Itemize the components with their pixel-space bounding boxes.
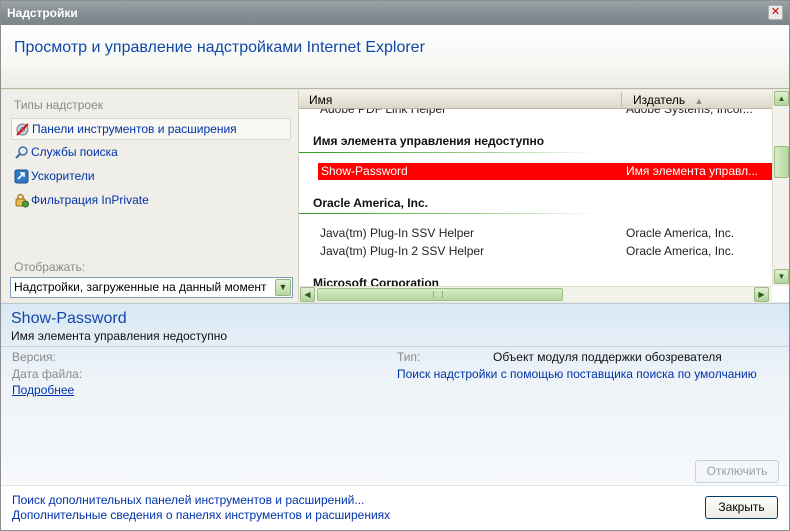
addon-type-inprivate[interactable]: Фильтрация InPrivate — [11, 190, 291, 212]
scroll-right-icon[interactable]: ▶ — [754, 287, 769, 302]
column-publisher-header[interactable]: Издатель ▲ — [633, 93, 703, 107]
toolbar-gear-icon — [16, 123, 29, 136]
row-name: Show-Password — [321, 164, 408, 178]
vertical-scrollbar[interactable]: ▲ ▼ — [772, 90, 789, 286]
group-divider — [299, 213, 599, 214]
addon-type-label: Службы поиска — [31, 145, 118, 159]
addon-type-accelerators[interactable]: Ускорители — [11, 166, 291, 188]
addon-name: Show-Password — [11, 310, 127, 327]
horizontal-scroll-thumb[interactable] — [317, 288, 563, 301]
window-title: Надстройки — [7, 6, 78, 20]
show-dropdown-value: Надстройки, загруженные на данный момент — [14, 280, 267, 294]
list-rows: Adobe PDF Link Helper Adobe Systems, Inc… — [299, 109, 772, 286]
row-publisher: Oracle America, Inc. — [626, 226, 735, 240]
find-more-toolbars-link[interactable]: Поиск дополнительных панелей инструменто… — [12, 493, 364, 507]
addon-types-panel: Типы надстроек Панели инструментов и рас… — [1, 90, 298, 302]
column-name-header[interactable]: Имя — [309, 93, 332, 107]
file-date-label: Дата файла: — [12, 367, 83, 381]
chevron-down-icon[interactable]: ▼ — [275, 279, 291, 296]
disable-button[interactable]: Отключить — [695, 460, 779, 483]
group-divider — [299, 152, 599, 153]
header: Просмотр и управление надстройками Inter… — [1, 25, 789, 89]
search-addon-link[interactable]: Поиск надстройки с помощью поставщика по… — [397, 367, 757, 381]
addon-type-label: Панели инструментов и расширения — [32, 122, 237, 136]
list-row-selected[interactable]: Show-Password Имя элемента управл... — [318, 163, 772, 180]
group-header: Microsoft Corporation — [313, 276, 439, 286]
addons-window: Надстройки ✕ Просмотр и управление надст… — [0, 0, 790, 531]
version-label: Версия: — [12, 350, 56, 364]
magnifier-icon — [15, 146, 28, 159]
group-header: Oracle America, Inc. — [313, 196, 428, 210]
inprivate-icon — [15, 193, 29, 208]
sort-ascending-icon: ▲ — [694, 96, 704, 106]
addons-list: Имя Издатель ▲ Adobe PDF Link Helper Ado… — [298, 90, 789, 302]
scroll-left-icon[interactable]: ◀ — [300, 287, 315, 302]
row-name: Java(tm) Plug-In 2 SSV Helper — [320, 244, 485, 258]
vertical-scroll-thumb[interactable] — [774, 146, 789, 178]
learn-more-toolbars-link[interactable]: Дополнительные сведения о панелях инстру… — [12, 508, 390, 522]
more-info-link[interactable]: Подробнее — [12, 383, 74, 397]
more-info-link-text: Подробнее — [12, 383, 75, 397]
footer: Поиск дополнительных панелей инструменто… — [1, 485, 789, 530]
accelerator-icon — [14, 169, 29, 184]
column-separator[interactable] — [621, 92, 622, 107]
details-divider — [1, 346, 789, 347]
row-publisher: Adobe Systems, Incor... — [626, 109, 753, 116]
scroll-down-icon[interactable]: ▼ — [774, 269, 789, 284]
row-name: Java(tm) Plug-In SSV Helper — [320, 226, 475, 240]
addon-type-search[interactable]: Службы поиска — [11, 142, 291, 164]
show-dropdown[interactable]: Надстройки, загруженные на данный момент… — [10, 277, 293, 298]
group-header: Имя элемента управления недоступно — [313, 134, 545, 148]
addon-types-label: Типы надстроек — [14, 98, 104, 112]
type-value: Объект модуля поддержки обозревателя — [493, 350, 722, 364]
page-title: Просмотр и управление надстройками Inter… — [14, 39, 425, 56]
row-name: Adobe PDF Link Helper — [320, 109, 447, 116]
title-bar[interactable]: Надстройки ✕ — [1, 1, 789, 25]
addon-type-label: Ускорители — [31, 169, 95, 183]
addon-type-toolbars[interactable]: Панели инструментов и расширения — [11, 118, 291, 140]
addon-type-label: Фильтрация InPrivate — [31, 193, 149, 207]
list-row[interactable]: Adobe PDF Link Helper Adobe Systems, Inc… — [299, 109, 772, 118]
row-publisher: Oracle America, Inc. — [626, 244, 735, 258]
addon-publisher: Имя элемента управления недоступно — [11, 329, 228, 343]
close-icon[interactable]: ✕ — [768, 5, 783, 20]
scroll-up-icon[interactable]: ▲ — [774, 91, 789, 106]
list-row[interactable]: Java(tm) Plug-In 2 SSV Helper Oracle Ame… — [299, 243, 772, 260]
horizontal-scrollbar[interactable]: ◀ ▶ — [299, 286, 772, 302]
row-publisher: Имя элемента управл... — [626, 164, 759, 178]
show-label: Отображать: — [14, 260, 86, 274]
details-pane: Show-Password Имя элемента управления не… — [1, 303, 789, 485]
list-header: Имя Издатель ▲ — [299, 90, 772, 109]
list-row[interactable]: Java(tm) Plug-In SSV Helper Oracle Ameri… — [299, 225, 772, 242]
column-publisher-label: Издатель — [633, 93, 686, 107]
type-label: Тип: — [397, 350, 421, 364]
close-button[interactable]: Закрыть — [705, 496, 778, 519]
